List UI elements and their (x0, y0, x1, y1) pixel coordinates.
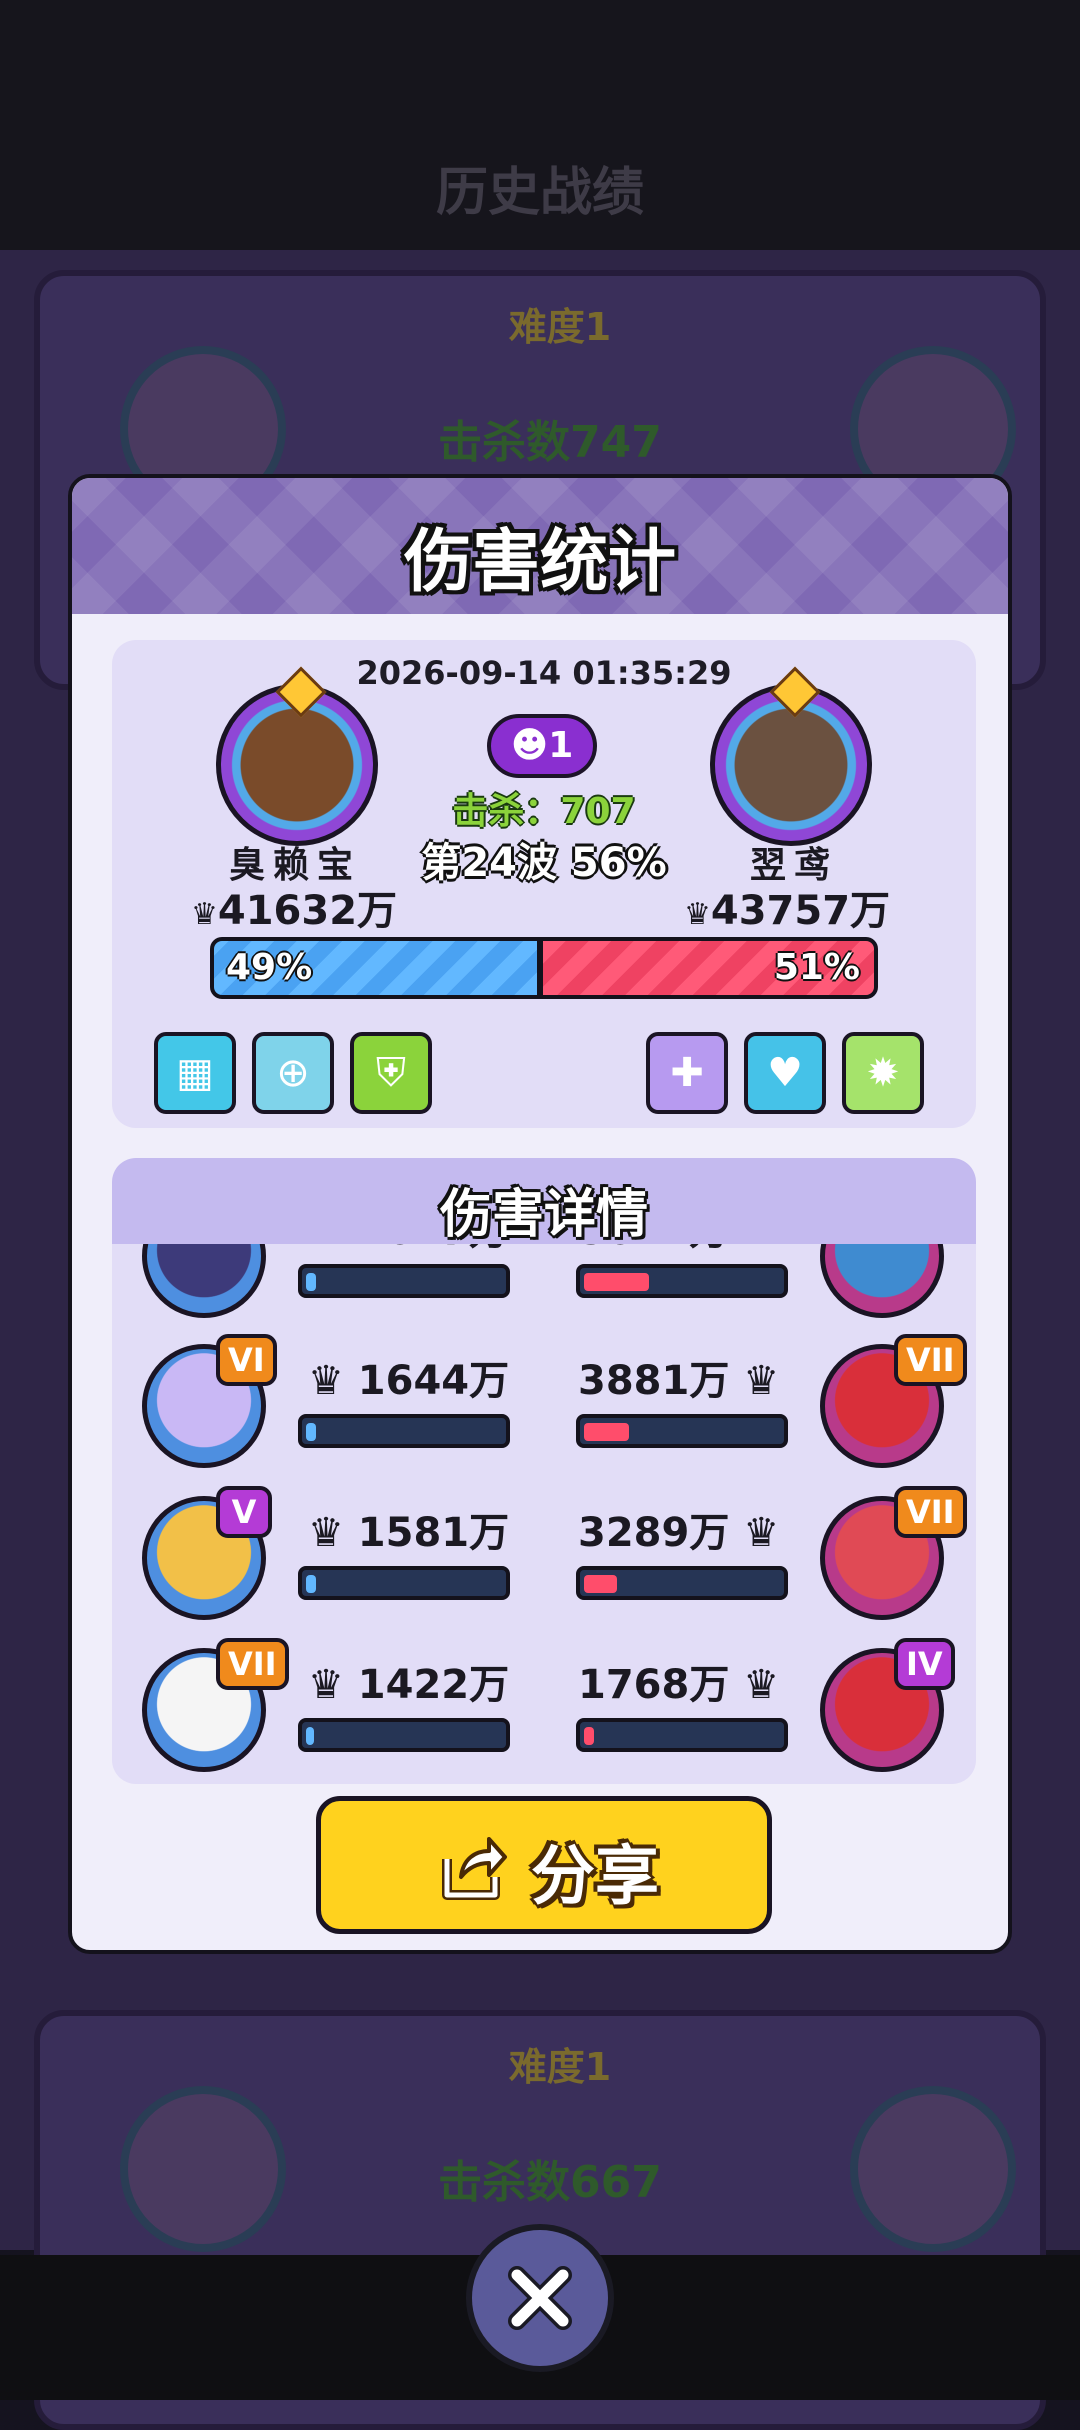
dialog-title: 伤害统计 (403, 523, 676, 602)
unit-damage-fill-left (306, 1273, 316, 1291)
unit-rank-badge-left: VII (216, 1638, 289, 1690)
unit-damage-bar-right (576, 1718, 788, 1752)
unit-damage-left: ♛ 1581万 (308, 1510, 510, 1556)
crown-mark-icon: ♛ (683, 897, 711, 932)
unit-rank-badge-right: VII (894, 1486, 967, 1538)
damage-detail-list[interactable]: ♛ 1647万 5621万 ♛ VI ♛ 1644万 3881万 ♛ VII V… (112, 1244, 976, 1784)
crown-mark-icon: ♛ (729, 1358, 780, 1404)
unit-avatar-left[interactable] (142, 1244, 266, 1318)
history-card-kills: 击杀数667 (438, 2157, 662, 2208)
background-title: 历史战绩 (435, 163, 644, 223)
green-shield-upgrade-icon[interactable]: ⛨ (350, 1032, 432, 1114)
unit-damage-right: 1768万 ♛ (578, 1662, 780, 1708)
damage-row: V ♛ 1581万 3289万 ♛ VII (112, 1486, 976, 1636)
damage-row: ♛ 1647万 5621万 ♛ (112, 1244, 976, 1334)
unit-damage-bar-left (298, 1264, 510, 1298)
history-card-avatar-right (850, 2086, 1016, 2252)
difficulty-badge: ☻1 (487, 714, 597, 778)
unit-damage-left: ♛ 1422万 (308, 1662, 510, 1708)
unit-damage-left: ♛ 1644万 (308, 1358, 510, 1404)
share-icon (442, 1837, 507, 1900)
player-right-damage-row: ♛43757万 (657, 878, 917, 936)
crown-mark-icon: ♛ (729, 1510, 780, 1556)
unit-rank-badge-left: VI (216, 1334, 277, 1386)
unit-damage-fill-right (584, 1727, 594, 1745)
kill-count: 击杀：707 (452, 791, 636, 832)
crown-mark-icon: ♛ (729, 1244, 779, 1254)
crown-mark-icon: ♛ (308, 1358, 358, 1404)
crown-mark-icon: ♛ (190, 897, 218, 932)
unit-rank-badge-left: V (216, 1486, 272, 1538)
skull-icon: ☻ (510, 725, 549, 766)
damage-share-right-label: 51% (773, 947, 860, 988)
crown-mark-icon: ♛ (308, 1510, 358, 1556)
unit-damage-fill-left (306, 1575, 316, 1593)
heart-plus-icon[interactable]: ♥ (744, 1032, 826, 1114)
close-button[interactable] (466, 2224, 614, 2372)
history-card-kills: 击杀数747 (438, 417, 662, 468)
slot-machine-icon[interactable]: ▦ (154, 1032, 236, 1114)
unit-damage-right: 5621万 ♛ (578, 1244, 779, 1256)
history-card-difficulty: 难度1 (508, 305, 612, 349)
gamepad-icon[interactable]: ✚ (646, 1032, 728, 1114)
share-button-label: 分享 (531, 1840, 659, 1914)
damage-row: VII ♛ 1422万 1768万 ♛ IV (112, 1638, 976, 1784)
player-left-damage: 41632万 (217, 888, 398, 934)
history-card-difficulty: 难度1 (508, 2045, 612, 2089)
unit-damage-bar-left (298, 1566, 510, 1600)
match-datetime: 2026-09-14 01:35:29 (356, 654, 732, 692)
damage-share-bar: 49% 51% (210, 937, 878, 999)
player-right-damage: 43757万 (710, 888, 891, 934)
unit-rank-badge-right: VII (894, 1334, 967, 1386)
unit-damage-bar-right (576, 1414, 788, 1448)
unit-damage-left: ♛ 1647万 (308, 1244, 509, 1256)
match-summary-panel: 2026-09-14 01:35:29 臭赖宝 ♛41632万 ☻1 击杀：70… (112, 640, 976, 1128)
dialog-header: 伤害统计 (72, 478, 1008, 614)
unit-avatar-right[interactable] (820, 1244, 944, 1318)
crown-mark-icon: ♛ (729, 1662, 780, 1708)
damage-stats-dialog: 伤害统计 2026-09-14 01:35:29 臭赖宝 ♛41632万 ☻1 … (68, 474, 1012, 1954)
damage-detail-header: 伤害详情 (112, 1158, 976, 1245)
difficulty-level: 1 (548, 725, 574, 766)
unit-damage-bar-right (576, 1264, 788, 1298)
damage-detail-title: 伤害详情 (439, 1185, 648, 1245)
unit-damage-bar-left (298, 1718, 510, 1752)
crown-mark-icon: ♛ (308, 1662, 358, 1708)
unit-damage-fill-right (584, 1575, 617, 1593)
damage-share-left-label: 49% (226, 947, 313, 988)
damage-row: VI ♛ 1644万 3881万 ♛ VII (112, 1334, 976, 1484)
crown-mark-icon: ♛ (308, 1244, 358, 1254)
unit-damage-fill-left (306, 1727, 314, 1745)
unit-damage-right: 3881万 ♛ (578, 1358, 780, 1404)
unit-damage-fill-right (584, 1273, 649, 1291)
unit-damage-right: 3289万 ♛ (578, 1510, 780, 1556)
unit-damage-fill-left (306, 1423, 316, 1441)
target-pet-icon[interactable]: ⊕ (252, 1032, 334, 1114)
history-card-avatar-left (120, 2086, 286, 2252)
unit-damage-fill-right (584, 1423, 629, 1441)
unit-damage-bar-left (298, 1414, 510, 1448)
unit-rank-badge-right: IV (894, 1638, 955, 1690)
close-x-icon (508, 2266, 572, 2330)
share-button[interactable]: 分享 (316, 1796, 772, 1934)
candy-icon[interactable]: ✹ (842, 1032, 924, 1114)
unit-damage-bar-right (576, 1566, 788, 1600)
